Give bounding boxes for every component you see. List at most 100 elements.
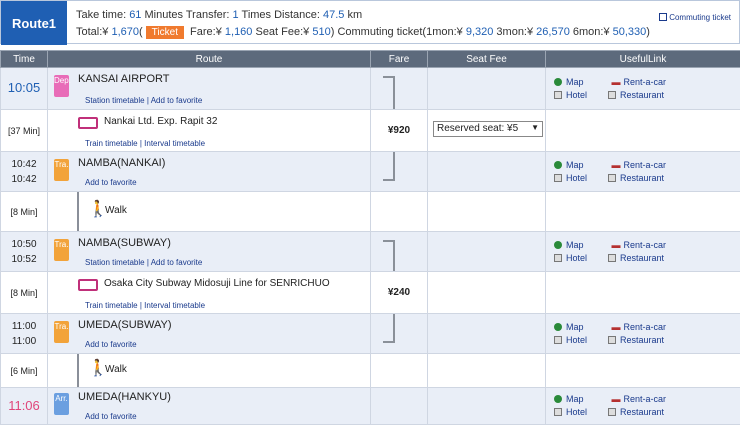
map-link[interactable]: Map	[554, 77, 584, 87]
add-favorite-link[interactable]: Add to favorite	[85, 178, 137, 187]
fare-value: ¥920	[370, 109, 428, 152]
seat-select[interactable]: Reserved seat: ¥5 ▼	[433, 121, 543, 137]
map-link[interactable]: Map	[554, 322, 584, 332]
map-link[interactable]: Map	[554, 394, 584, 404]
route-table: Time Route Fare Seat Fee UsefulLink 10:0…	[0, 50, 740, 425]
departure-badge: Dep.	[54, 75, 71, 97]
route-summary-header: Route1 Take time: 61 Minutes Transfer: 1…	[0, 0, 740, 45]
restaurant-link[interactable]: Restaurant	[608, 253, 664, 263]
globe-icon	[554, 322, 562, 331]
station-name: UMEDA(HANKYU)	[78, 391, 171, 403]
transfer-badge: Tra.	[54, 159, 69, 181]
col-time: Time	[0, 50, 48, 68]
document-icon	[608, 253, 617, 262]
departure-time: 10:05	[7, 80, 41, 95]
document-icon	[608, 90, 617, 99]
document-icon	[608, 173, 617, 182]
hotel-link[interactable]: Hotel	[554, 90, 587, 100]
restaurant-link[interactable]: Restaurant	[608, 407, 664, 417]
station-name: NAMBA(NANKAI)	[78, 157, 166, 169]
col-useful-link: UsefulLink	[545, 50, 740, 68]
station-timetable-link[interactable]: Station timetable	[85, 96, 145, 105]
train-icon	[78, 279, 98, 291]
document-icon	[608, 335, 617, 344]
restaurant-link[interactable]: Restaurant	[608, 335, 664, 345]
add-favorite-link[interactable]: Add to favorite	[151, 258, 203, 267]
table-row: [6 Min] 🚶 Walk	[0, 353, 740, 388]
walk-label: Walk	[105, 364, 127, 375]
arrival-badge: Arr.	[54, 393, 69, 415]
document-icon	[554, 335, 562, 344]
table-row: 11:06 Arr. UMEDA(HANKYU) Add to favorite…	[0, 387, 740, 425]
restaurant-link[interactable]: Restaurant	[608, 173, 664, 183]
train-name: Osaka City Subway Midosuji Line for SENR…	[104, 278, 330, 289]
map-link[interactable]: Map	[554, 240, 584, 250]
transfer-badge: Tra.	[54, 321, 69, 343]
summary-line-1: Take time: 61 Minutes Transfer: 1 Times …	[76, 9, 363, 21]
rent-a-car-link[interactable]: ▬ Rent-a-car	[612, 77, 667, 87]
train-timetable-link[interactable]: Train timetable	[85, 301, 138, 310]
duration: [37 Min]	[0, 109, 48, 152]
fare-value: ¥240	[370, 271, 428, 314]
car-icon: ▬	[611, 394, 621, 404]
interval-timetable-link[interactable]: Interval timetable	[144, 301, 205, 310]
car-icon: ▬	[611, 321, 621, 332]
interval-timetable-link[interactable]: Interval timetable	[144, 139, 205, 148]
station-name: NAMBA(SUBWAY)	[78, 237, 171, 249]
table-row: 11:00 11:00 Tra. UMEDA(SUBWAY) Add to fav…	[0, 313, 740, 354]
col-seat-fee: Seat Fee	[427, 50, 546, 68]
car-icon: ▬	[611, 76, 621, 87]
summary-line-2: Total:¥ 1,670(Ticket Fare:¥ 1,160 Seat F…	[76, 26, 650, 39]
station-name: KANSAI AIRPORT	[78, 73, 170, 85]
table-row: [8 Min] Osaka City Subway Midosuji Line …	[0, 271, 740, 314]
departure-time: 11:00	[11, 335, 37, 347]
train-icon	[78, 117, 98, 129]
table-row: 10:42 10:42 Tra. NAMBA(NANKAI) Add to fav…	[0, 151, 740, 192]
route-tab[interactable]: Route1	[1, 1, 67, 45]
transfer-badge: Tra.	[54, 239, 69, 261]
walk-label: Walk	[105, 205, 127, 216]
add-favorite-link[interactable]: Add to favorite	[151, 96, 203, 105]
arrival-time: 10:50	[11, 238, 37, 250]
hotel-link[interactable]: Hotel	[554, 253, 587, 263]
add-favorite-link[interactable]: Add to favorite	[85, 412, 137, 421]
globe-icon	[554, 240, 562, 249]
arrival-time: 11:00	[11, 320, 37, 332]
duration: [8 Min]	[0, 191, 48, 232]
train-name: Nankai Ltd. Exp. Rapit 32	[104, 116, 218, 127]
car-icon: ▬	[611, 239, 621, 250]
hotel-link[interactable]: Hotel	[554, 407, 587, 417]
col-fare: Fare	[370, 50, 428, 68]
globe-icon	[554, 395, 562, 403]
departure-time: 10:42	[11, 173, 37, 185]
station-timetable-link[interactable]: Station timetable	[85, 258, 145, 267]
add-favorite-link[interactable]: Add to favorite	[85, 340, 137, 349]
station-name: UMEDA(SUBWAY)	[78, 319, 172, 331]
globe-icon	[554, 77, 562, 86]
map-link[interactable]: Map	[554, 160, 584, 170]
duration: [6 Min]	[0, 353, 48, 388]
arrival-time: 11:06	[8, 397, 40, 413]
table-row: 10:50 10:52 Tra. NAMBA(SUBWAY) Station ti…	[0, 231, 740, 272]
restaurant-link[interactable]: Restaurant	[608, 90, 664, 100]
train-timetable-link[interactable]: Train timetable	[85, 139, 138, 148]
rent-a-car-link[interactable]: ▬ Rent-a-car	[612, 160, 667, 170]
ticket-icon	[659, 13, 668, 21]
document-icon	[554, 408, 562, 416]
arrival-time: 10:42	[11, 158, 37, 170]
document-icon	[554, 173, 562, 182]
duration: [8 Min]	[0, 271, 48, 314]
ticket-badge: Ticket	[145, 26, 184, 39]
table-row: 10:05 Dep. KANSAI AIRPORT Station timeta…	[0, 67, 740, 110]
col-route: Route	[47, 50, 371, 68]
globe-icon	[554, 160, 562, 169]
table-row: [8 Min] 🚶 Walk	[0, 191, 740, 232]
commuting-ticket-link[interactable]: Commuting ticket	[659, 13, 731, 22]
hotel-link[interactable]: Hotel	[554, 335, 587, 345]
rent-a-car-link[interactable]: ▬ Rent-a-car	[612, 394, 667, 404]
rent-a-car-link[interactable]: ▬ Rent-a-car	[612, 322, 667, 332]
hotel-link[interactable]: Hotel	[554, 173, 587, 183]
car-icon: ▬	[611, 159, 621, 170]
document-icon	[554, 90, 562, 99]
rent-a-car-link[interactable]: ▬ Rent-a-car	[612, 240, 667, 250]
